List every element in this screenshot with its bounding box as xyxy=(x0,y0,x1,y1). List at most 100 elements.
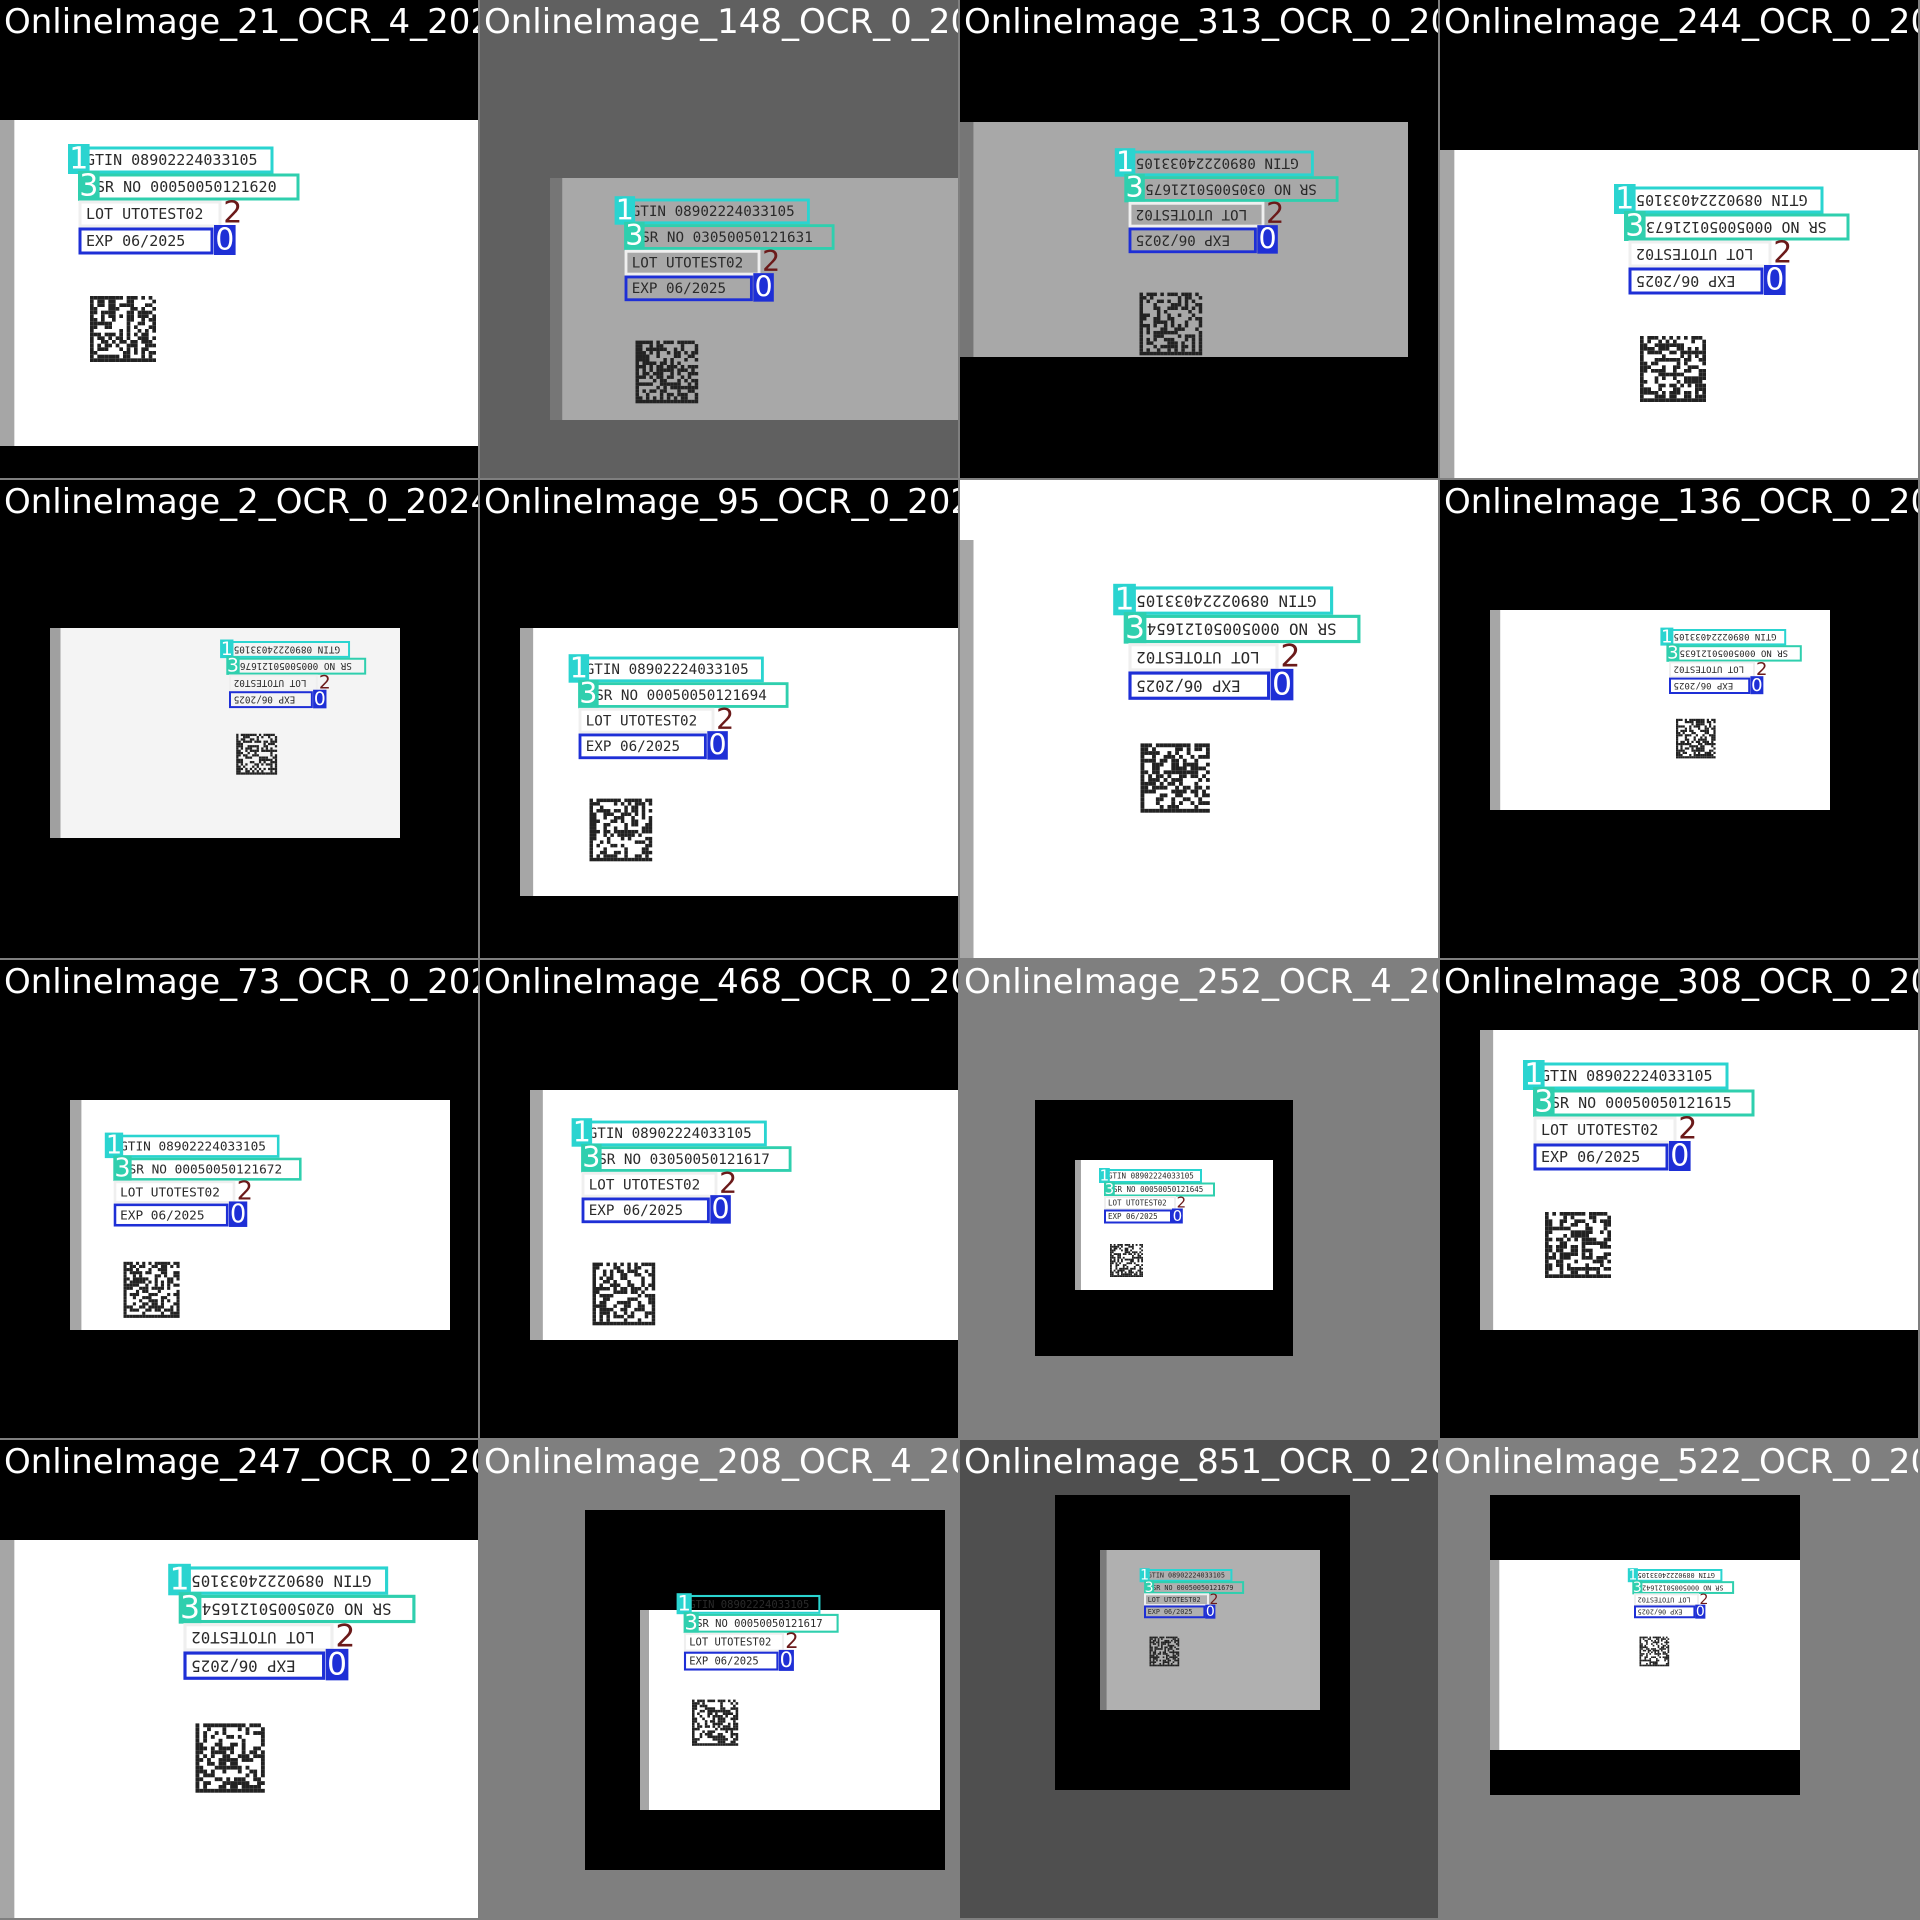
class-id-label: 3 xyxy=(79,169,98,204)
printed-text: LOT UTOTEST02 xyxy=(589,1177,701,1193)
tile-canvas: GTIN 089022240331051SR NO 00050050121615… xyxy=(1440,960,1918,1438)
image-tile[interactable]: GTIN 08902224033105 1 SR NO 03050050121675… xyxy=(960,0,1438,478)
class-id-label: 3 xyxy=(1667,643,1678,664)
printed-text: SR NO 00050050121642 xyxy=(1642,1583,1723,1591)
detection-0[interactable]: EXP 06/2025 0 xyxy=(183,1647,349,1683)
detection-3[interactable]: SR NO 000500501216763 xyxy=(226,656,367,677)
detection-3[interactable]: SR NO 000500501216203 xyxy=(78,169,300,204)
printed-text: SR NO 00050050121620 xyxy=(96,178,277,196)
detection-3[interactable]: SR NO 020500501216543 xyxy=(178,1590,416,1626)
detection-0[interactable]: EXP 06/2025 0 xyxy=(1104,1207,1183,1225)
detection-3[interactable]: SR NO 000500501216173 xyxy=(683,1610,839,1634)
image-tile[interactable]: GTIN 08902224033105 1 SR NO 02050050121654… xyxy=(0,1440,478,1918)
detection-3[interactable]: SR NO 000500501216733 xyxy=(1624,209,1850,244)
tile-canvas: GTIN 089022240331051SR NO 02050050121654… xyxy=(0,1440,478,1918)
printed-text: GTIN 08902224033105 xyxy=(1136,591,1316,610)
printed-text: SR NO 00050050121654 xyxy=(1147,620,1337,639)
label-edge-shadow xyxy=(530,1090,543,1340)
label-edge-shadow xyxy=(1490,610,1501,810)
class-id-label: 0 xyxy=(1751,675,1762,696)
printed-text: LOT UTOTEST02 xyxy=(586,713,698,729)
printed-text: GTIN 08902224033105 xyxy=(1636,191,1808,209)
tile-canvas: GTIN 089022240331051SR NO 03050050121631… xyxy=(480,0,958,478)
printed-text: GTIN 08902224033105 xyxy=(1541,1067,1713,1085)
printed-text: GTIN 08902224033105 xyxy=(632,204,795,220)
printed-text: LOT UTOTEST02 xyxy=(1638,1595,1691,1603)
label-edge-shadow xyxy=(1100,1550,1107,1710)
detection-0[interactable]: EXP 06/2025 0 xyxy=(229,689,327,710)
detection-3[interactable]: SR NO 000500501216153 xyxy=(1533,1085,1755,1120)
class-id-label: 0 xyxy=(1765,263,1784,298)
printed-text: SR NO 00050050121673 xyxy=(1646,218,1827,236)
product-label xyxy=(1490,610,1830,810)
image-tile[interactable]: GTIN 08902224033105 1 SR NO 00050050121642… xyxy=(1440,1440,1918,1918)
class-id-label: 3 xyxy=(1125,610,1145,646)
printed-text: LOT UTOTEST02 xyxy=(1136,206,1248,222)
dark-band-top xyxy=(50,560,478,628)
detection-1[interactable]: GTIN 089022240331051 xyxy=(676,1591,821,1615)
detection-0[interactable]: EXP 06/2025 0 xyxy=(1628,263,1786,298)
printed-text: GTIN 08902224033105 xyxy=(120,1139,266,1154)
detection-0[interactable]: EXP 06/2025 0 xyxy=(1128,667,1294,703)
printed-text: SR NO 00050050121617 xyxy=(696,1618,822,1630)
detection-0[interactable]: EXP 06/2025 0 xyxy=(113,1199,248,1229)
printed-text: SR NO 02050050121654 xyxy=(202,1600,392,1619)
image-tile[interactable]: GTIN 08902224033105 1 SR NO 00050050121617… xyxy=(480,1440,958,1918)
printed-text: EXP 06/2025 xyxy=(589,1203,683,1219)
detection-3[interactable]: SR NO 000500501216723 xyxy=(113,1153,302,1183)
printed-text: GTIN 08902224033105 xyxy=(1674,631,1777,641)
printed-text: EXP 06/2025 xyxy=(1136,676,1240,695)
image-tile[interactable]: GTIN 08902224033105 1 SR NO 00050050121673… xyxy=(1440,0,1918,478)
image-tile[interactable]: GTIN 08902224033105 1 SR NO 00050050121679… xyxy=(960,1440,1438,1918)
printed-text: LOT UTOTEST02 xyxy=(1541,1121,1658,1139)
class-id-label: 0 xyxy=(780,1648,793,1672)
image-tile[interactable]: GTIN 08902224033105 1 SR NO 00050050121694… xyxy=(480,480,958,958)
printed-text: SR NO 00050050121694 xyxy=(595,688,767,704)
image-tile[interactable]: GTIN 08902224033105 1 SR NO 00050050121654… xyxy=(960,480,1438,958)
class-id-label: 3 xyxy=(579,677,597,710)
dark-band-top xyxy=(0,0,478,120)
label-edge-shadow xyxy=(550,178,563,420)
detection-0[interactable]: EXP 06/2025 0 xyxy=(1634,1604,1706,1620)
dark-band-top xyxy=(1490,500,1868,610)
printed-text: EXP 06/2025 xyxy=(1638,1608,1683,1616)
class-id-label: 3 xyxy=(625,219,643,252)
detection-0[interactable]: EXP 06/2025 0 xyxy=(683,1648,794,1672)
tile-canvas: GTIN 089022240331051SR NO 00050050121673… xyxy=(1440,0,1918,478)
detection-0[interactable]: EXP 06/2025 0 xyxy=(1669,675,1764,696)
label-edge-shadow xyxy=(1440,150,1455,478)
detection-0[interactable]: EXP 06/2025 0 xyxy=(78,223,236,258)
printed-text: SR NO 03050050121631 xyxy=(641,230,813,246)
image-tile[interactable]: GTIN 08902224033105 1 SR NO 03050050121631… xyxy=(480,0,958,478)
class-id-label: 3 xyxy=(227,656,239,677)
printed-text: GTIN 08902224033105 xyxy=(1136,155,1299,171)
tile-canvas: GTIN 089022240331051SR NO 00050050121617… xyxy=(480,1440,958,1918)
image-tile[interactable]: GTIN 08902224033105 1 SR NO 00050050121615… xyxy=(1440,960,1918,1438)
class-id-label: 0 xyxy=(1206,1604,1215,1620)
image-tile[interactable]: GTIN 08902224033105 1 SR NO 03050050121617… xyxy=(480,960,958,1438)
image-tile[interactable]: GTIN 08902224033105 1 SR NO 00050050121620… xyxy=(0,0,478,478)
class-id-label: 0 xyxy=(1258,223,1276,256)
class-id-label: 0 xyxy=(711,1193,729,1226)
class-id-label: 3 xyxy=(114,1153,130,1183)
class-id-label: 0 xyxy=(1173,1207,1183,1225)
image-tile[interactable]: GTIN 08902224033105 1 SR NO 00050050121645… xyxy=(960,960,1438,1438)
printed-text: EXP 06/2025 xyxy=(1108,1212,1158,1221)
image-tile[interactable]: GTIN 08902224033105 1 SR NO 00050050121635… xyxy=(1440,480,1918,958)
detection-0[interactable]: EXP 06/2025 0 xyxy=(1144,1604,1216,1620)
label-edge-shadow xyxy=(1490,1560,1500,1750)
detection-3[interactable]: SR NO 000500501216543 xyxy=(1123,610,1361,646)
printed-text: EXP 06/2025 xyxy=(632,281,726,297)
printed-text: SR NO 03050050121675 xyxy=(1145,180,1317,196)
class-id-label: 0 xyxy=(215,223,234,258)
detection-3[interactable]: SR NO 000500501216353 xyxy=(1666,643,1802,664)
printed-text: EXP 06/2025 xyxy=(120,1208,204,1223)
image-tile[interactable]: GTIN 08902224033105 1 SR NO 00050050121676… xyxy=(0,480,478,958)
image-tile[interactable]: GTIN 08902224033105 1 SR NO 00050050121672… xyxy=(0,960,478,1438)
detection-0[interactable]: EXP 06/2025 0 xyxy=(1533,1139,1691,1174)
class-id-label: 3 xyxy=(684,1610,697,1634)
printed-text: EXP 06/2025 xyxy=(1148,1608,1193,1616)
class-id-label: 3 xyxy=(180,1590,200,1626)
class-id-label: 3 xyxy=(1625,209,1644,244)
detection-3[interactable]: SR NO 000500501216453 xyxy=(1104,1180,1215,1198)
